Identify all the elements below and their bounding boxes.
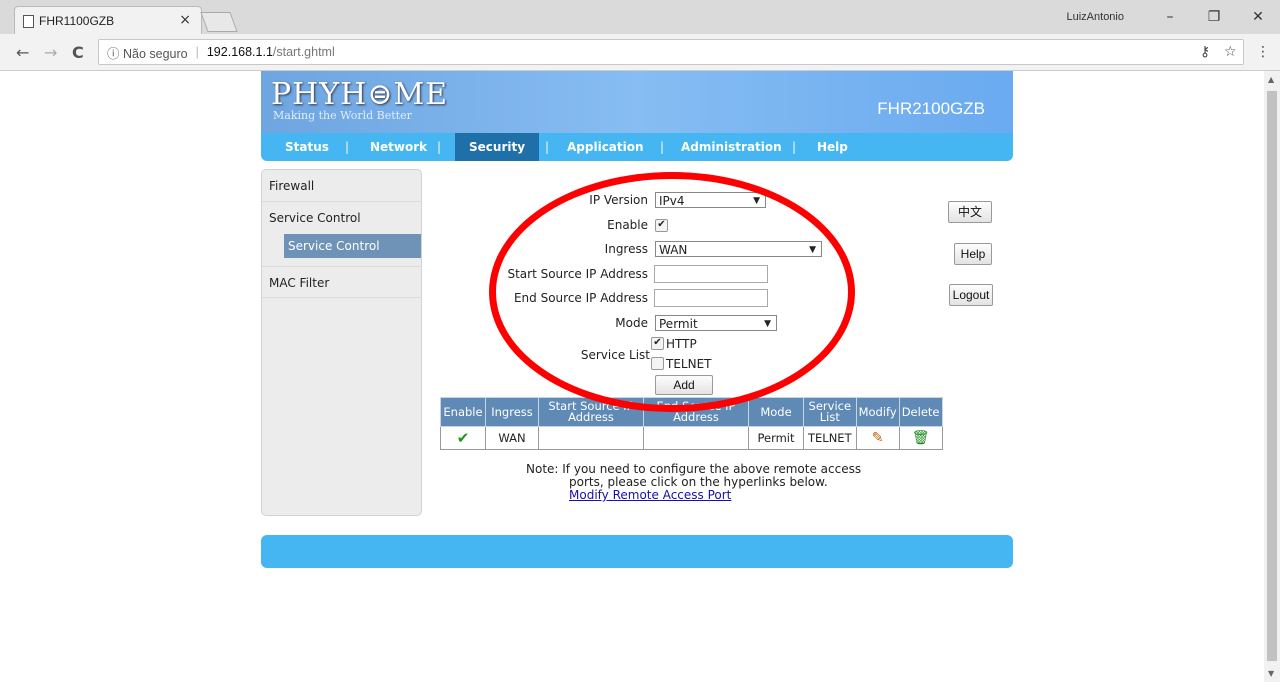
brand-logo: PHYH⊜ME	[271, 77, 449, 112]
menu-separator: |	[437, 140, 442, 154]
chevron-down-icon: ▼	[809, 245, 816, 255]
mode-select[interactable]: Permit ▼	[655, 315, 777, 331]
language-button[interactable]: 中文	[948, 201, 992, 223]
service-list-label: Service List	[580, 348, 650, 362]
header-banner: PHYH⊜ME Making the World Better FHR2100G…	[261, 71, 1013, 133]
ingress-select[interactable]: WAN ▼	[655, 241, 822, 257]
end-ip-label: End Source IP Address	[513, 291, 648, 305]
row-end-ip	[643, 426, 749, 450]
menu-application[interactable]: Application	[567, 133, 644, 161]
menu-status[interactable]: Status	[285, 133, 329, 161]
start-ip-input[interactable]	[654, 265, 768, 283]
start-ip-label: Start Source IP Address	[507, 267, 648, 281]
back-arrow-icon[interactable]: ←	[16, 43, 29, 62]
chevron-down-icon: ▼	[764, 319, 771, 329]
service-control-table: Enable Ingress Start Source IP Address E…	[440, 397, 943, 450]
new-tab-button[interactable]	[200, 12, 238, 32]
reload-icon[interactable]: C	[72, 43, 84, 62]
profile-name[interactable]: LuizAntonio	[1067, 11, 1125, 23]
end-ip-input[interactable]	[654, 289, 768, 307]
minimize-button[interactable]: –	[1148, 9, 1192, 25]
browser-tab-strip: FHR1100GZB × LuizAntonio – ❐ ✕	[0, 0, 1280, 35]
row-start-ip	[538, 426, 644, 450]
sidebar: Firewall Service Control Service Control…	[261, 169, 422, 516]
ip-version-select[interactable]: IPv4 ▼	[655, 192, 766, 208]
col-modify: Modify	[855, 397, 900, 427]
enable-checkbox[interactable]: ✔	[655, 219, 668, 232]
logout-button[interactable]: Logout	[949, 284, 993, 306]
security-indicator[interactable]: ⓘ Não seguro	[107, 43, 188, 62]
col-service-list: Service List	[803, 397, 857, 427]
enable-label: Enable	[607, 218, 648, 232]
telnet-label: TELNET	[666, 357, 712, 371]
scroll-thumb[interactable]	[1267, 91, 1277, 661]
url-field[interactable]: ⓘ Não seguro | 192.168.1.1/start.ghtml	[98, 39, 1244, 65]
sidebar-item-firewall[interactable]: Firewall	[262, 170, 421, 202]
brand-tagline: Making the World Better	[273, 109, 412, 122]
add-button[interactable]: Add	[655, 375, 713, 395]
close-window-button[interactable]: ✕	[1236, 9, 1280, 25]
address-bar-row: ← → C ⓘ Não seguro | 192.168.1.1/start.g…	[0, 34, 1280, 71]
http-checkbox[interactable]: ✔	[651, 337, 664, 350]
remote-access-note: Note: If you need to configure the above…	[526, 463, 861, 502]
menu-help[interactable]: Help	[817, 133, 848, 161]
menu-security[interactable]: Security	[455, 133, 540, 161]
table-row: ✔ WAN Permit TELNET ✎ 🗑	[440, 426, 943, 450]
http-label: HTTP	[666, 337, 697, 351]
footer-bar	[261, 535, 1013, 568]
col-mode: Mode	[748, 397, 804, 427]
scroll-up-icon[interactable]: ▲	[1268, 75, 1274, 84]
menu-separator: |	[792, 140, 797, 154]
row-mode: Permit	[748, 426, 804, 450]
main-menu: Status | Network | Security | Applicatio…	[261, 133, 1013, 161]
row-ingress: WAN	[485, 426, 539, 450]
enabled-check-icon: ✔	[440, 426, 486, 450]
url-path: /start.ghtml	[272, 45, 335, 59]
chevron-down-icon: ▼	[753, 196, 760, 206]
window-controls: LuizAntonio – ❐ ✕	[1067, 0, 1280, 34]
tab-close-icon[interactable]: ×	[179, 12, 191, 28]
trash-icon[interactable]: 🗑	[898, 426, 943, 450]
url-separator: |	[195, 45, 199, 59]
menu-separator: |	[545, 140, 550, 154]
menu-separator: |	[345, 140, 350, 154]
page-scrollbar[interactable]: ▲ ▼	[1264, 71, 1280, 682]
device-model: FHR2100GZB	[877, 99, 985, 118]
page-icon	[23, 15, 34, 28]
menu-network[interactable]: Network	[370, 133, 427, 161]
col-delete: Delete	[898, 397, 943, 427]
ip-version-value: IPv4	[659, 194, 685, 208]
sidebar-item-service-control[interactable]: Service Control	[262, 202, 421, 234]
maximize-button[interactable]: ❐	[1192, 9, 1236, 25]
tab-title: FHR1100GZB	[39, 14, 115, 28]
ip-version-label: IP Version	[589, 193, 648, 207]
col-ingress: Ingress	[485, 397, 539, 427]
scroll-down-icon[interactable]: ▼	[1268, 669, 1274, 678]
col-start-ip: Start Source IP Address	[538, 397, 644, 427]
row-service: TELNET	[803, 426, 857, 450]
menu-administration[interactable]: Administration	[681, 133, 782, 161]
mode-label: Mode	[615, 316, 648, 330]
telnet-checkbox[interactable]	[651, 357, 664, 370]
modify-remote-access-link[interactable]: Modify Remote Access Port	[569, 488, 731, 502]
forward-arrow-icon[interactable]: →	[44, 43, 57, 62]
bookmark-star-icon[interactable]: ☆	[1224, 44, 1237, 60]
ingress-label: Ingress	[604, 242, 648, 256]
mode-value: Permit	[659, 317, 698, 331]
key-icon[interactable]: ⚷	[1200, 44, 1210, 60]
browser-menu-icon[interactable]: ⋮	[1256, 44, 1270, 60]
ingress-value: WAN	[659, 243, 688, 257]
sidebar-item-mac-filter[interactable]: MAC Filter	[262, 266, 421, 298]
sidebar-subitem-service-control[interactable]: Service Control	[284, 234, 421, 258]
col-enable: Enable	[440, 397, 486, 427]
help-button[interactable]: Help	[954, 243, 992, 265]
col-end-ip: End Source IP Address	[643, 397, 749, 427]
url-host: 192.168.1.1	[206, 45, 273, 59]
edit-icon[interactable]: ✎	[855, 426, 900, 450]
table-header-row: Enable Ingress Start Source IP Address E…	[440, 397, 943, 427]
browser-tab[interactable]: FHR1100GZB ×	[14, 6, 202, 35]
menu-separator: |	[660, 140, 665, 154]
